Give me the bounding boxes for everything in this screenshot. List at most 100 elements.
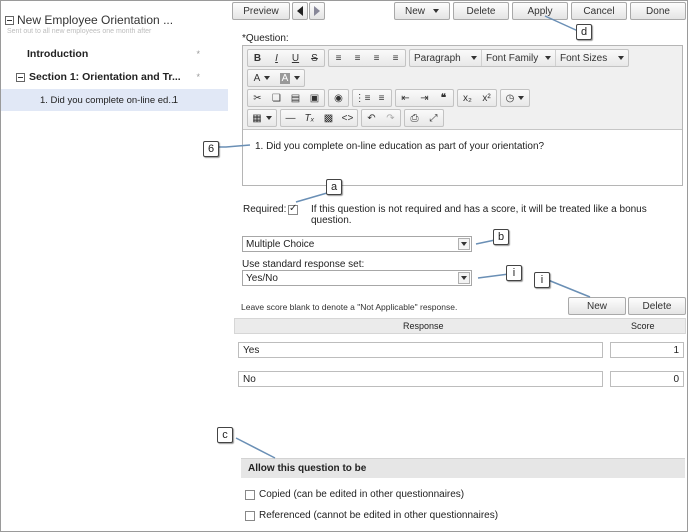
required-marker: * [196,72,200,82]
delete-button[interactable]: Delete [453,2,509,20]
font-family-dropdown-label: Font Family [486,52,539,64]
question-editor[interactable]: B I U S ≡ ≡ ≡ ≡ Paragraph Font Family Fo… [242,45,683,186]
callout-a: a [326,179,342,195]
question-type-select[interactable]: Multiple Choice [242,236,472,252]
score-input[interactable]: 1 [610,342,684,358]
table-icon[interactable]: ▦ [248,110,276,126]
response-input[interactable]: Yes [238,342,603,358]
new-button-label: New [404,5,425,17]
questionnaire-tree: New Employee Orientation ... Sent out to… [1,1,229,531]
chevron-down-icon [618,56,624,60]
allow-section-title: Allow this question to be [248,463,367,474]
paragraph-dropdown-label: Paragraph [414,52,461,64]
callout-d: d [576,24,592,40]
chevron-down-icon [458,272,470,284]
paste-text-icon[interactable]: ▣ [305,90,324,106]
callout-i-2: i [534,272,550,288]
allow-section-header: Allow this question to be [241,458,685,478]
arrow-left-icon [297,6,303,16]
collapse-icon[interactable] [5,15,14,25]
response-set-label: Use standard response set: [242,259,365,270]
question-label: *Question: [242,33,289,44]
bullet-list-icon[interactable]: ⋮≡ [353,90,372,106]
paragraph-dropdown[interactable]: Paragraph [410,50,482,66]
cancel-button[interactable]: Cancel [571,2,627,20]
outdent-icon[interactable]: ⇤ [396,90,415,106]
tree-item-label: Introduction [27,48,89,60]
background-color-icon[interactable]: A [276,70,304,86]
score-input[interactable]: 0 [610,371,684,387]
previous-button[interactable] [292,2,308,20]
required-marker: * [196,49,200,59]
tree-item-label: Section 1: Orientation and Tr... [29,71,181,83]
score-hint: Leave score blank to denote a "Not Appli… [241,302,458,312]
redo-icon[interactable]: ↷ [381,110,400,126]
align-center-icon[interactable]: ≡ [348,50,367,66]
new-response-button[interactable]: New [568,297,626,315]
question-count: 1 [172,94,178,106]
done-button[interactable]: Done [630,2,686,20]
align-justify-icon[interactable]: ≡ [386,50,405,66]
underline-icon[interactable]: U [286,50,305,66]
cut-icon[interactable]: ✂ [248,90,267,106]
referenced-checkbox[interactable] [245,511,255,521]
copy-icon[interactable]: ❏ [267,90,286,106]
response-set-value: Yes/No [246,272,278,284]
subscript-icon[interactable]: x₂ [458,90,477,106]
tree-item-label: 1. Did you complete on-line ed... [40,94,177,106]
delete-response-button[interactable]: Delete [628,297,686,315]
strikethrough-icon[interactable]: S [305,50,324,66]
fullscreen-icon[interactable]: ⤢ [424,110,443,126]
score-column-header: Score [631,321,655,331]
paste-icon[interactable]: ▤ [286,90,305,106]
required-checkbox[interactable] [288,203,298,215]
chevron-down-icon [545,56,551,60]
chevron-down-icon [458,238,470,250]
chevron-down-icon [265,116,272,120]
required-note: If this question is not required and has… [311,204,647,226]
blockquote-icon[interactable]: ❝ [434,90,453,106]
font-sizes-dropdown[interactable]: Font Sizes [556,50,628,66]
editor-toolbar: B I U S ≡ ≡ ≡ ≡ Paragraph Font Family Fo… [243,46,682,130]
find-icon[interactable]: ◉ [329,90,348,106]
superscript-icon[interactable]: x² [477,90,496,106]
required-label: Required: [243,204,287,215]
chevron-down-icon [294,76,301,80]
callout-b: b [493,229,509,245]
align-right-icon[interactable]: ≡ [367,50,386,66]
numbered-list-icon[interactable]: ≡ [372,90,391,106]
tree-root[interactable]: New Employee Orientation ... [5,13,173,27]
undo-icon[interactable]: ↶ [362,110,381,126]
source-code-icon[interactable]: <> [338,110,357,126]
chevron-down-icon [518,96,525,100]
chevron-down-icon [471,56,477,60]
callout-6: 6 [203,141,219,157]
collapse-icon[interactable] [16,72,25,82]
italic-icon[interactable]: I [267,50,286,66]
print-icon[interactable]: ⎙ [405,110,424,126]
font-family-dropdown[interactable]: Font Family [482,50,556,66]
next-button[interactable] [309,2,325,20]
response-input[interactable]: No [238,371,603,387]
tree-item-section-1[interactable]: Section 1: Orientation and Tr... * [1,66,228,88]
indent-icon[interactable]: ⇥ [415,90,434,106]
media-icon[interactable]: ▩ [319,110,338,126]
font-sizes-dropdown-label: Font Sizes [560,52,608,64]
clear-formatting-icon[interactable]: Tₓ [300,110,319,126]
horizontal-rule-icon[interactable]: — [281,110,300,126]
callout-i-1: i [506,265,522,281]
align-left-icon[interactable]: ≡ [329,50,348,66]
questionnaire-title[interactable]: New Employee Orientation ... [17,13,173,27]
copied-checkbox[interactable] [245,490,255,500]
preview-button[interactable]: Preview [232,2,290,20]
tree-item-question-1[interactable]: 1. Did you complete on-line ed... 1 [1,89,228,111]
question-text[interactable]: 1. Did you complete on-line education as… [255,141,544,152]
apply-button[interactable]: Apply [512,2,568,20]
text-color-icon[interactable]: A [248,70,276,86]
callout-c: c [217,427,233,443]
tree-item-introduction[interactable]: Introduction * [1,43,228,65]
bold-icon[interactable]: B [248,50,267,66]
clock-icon[interactable]: ◷ [501,90,529,106]
response-set-select[interactable]: Yes/No [242,270,472,286]
new-button[interactable]: New [394,2,450,20]
